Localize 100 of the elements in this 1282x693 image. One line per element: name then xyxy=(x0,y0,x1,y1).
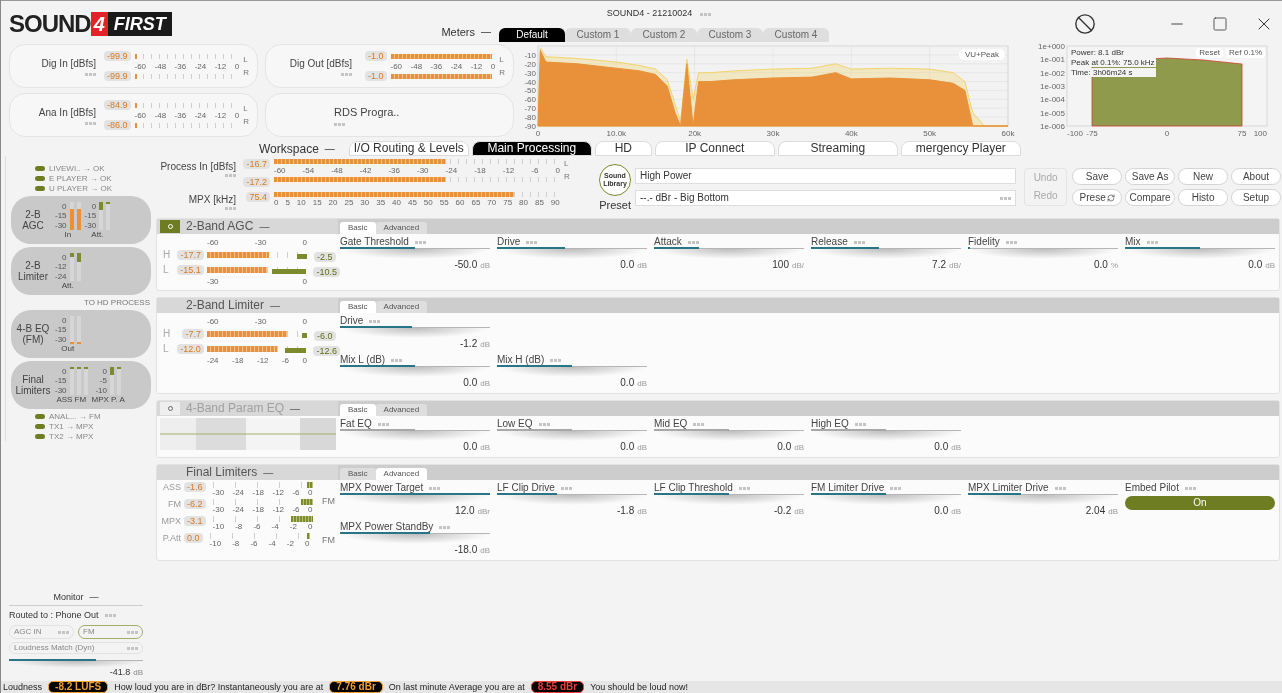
scope-button[interactable]: Ref 0.1% xyxy=(1226,48,1265,58)
more-icon[interactable] xyxy=(225,207,236,210)
more-icon[interactable] xyxy=(127,630,138,634)
section-tab[interactable]: Advanced xyxy=(375,468,428,480)
more-icon[interactable] xyxy=(414,240,426,244)
route-label: TX1 → MPX xyxy=(49,422,94,431)
workspace-tab[interactable]: Streaming xyxy=(777,141,898,156)
meter-value: -6.0 xyxy=(314,330,336,341)
section-tab[interactable]: Basic xyxy=(340,301,376,313)
more-icon[interactable] xyxy=(700,12,712,16)
view-tab[interactable]: Default xyxy=(499,28,565,42)
maximize-icon[interactable] xyxy=(1212,15,1228,32)
scale-label: -30 xyxy=(55,220,67,230)
block-title: Final Limiters xyxy=(15,374,51,396)
more-icon[interactable] xyxy=(377,422,389,426)
preset-field[interactable]: --.- dBr - Big Bottom xyxy=(635,190,1016,206)
axis-label: -10 xyxy=(524,50,536,60)
param-value: 0.0 xyxy=(620,259,635,270)
scale-label: 70 xyxy=(487,198,497,207)
section-title: Workspace xyxy=(259,142,319,156)
section-title: 4-Band Param EQ xyxy=(186,402,285,415)
section-tab[interactable]: Basic xyxy=(340,468,376,480)
collapse-button[interactable]: — xyxy=(259,221,270,232)
view-tab[interactable]: Custom 1 xyxy=(565,28,631,42)
process-block[interactable]: 2-B Limiter 0 -12 -24 Att. xyxy=(11,247,151,295)
meter-value: -7.7 xyxy=(182,328,204,339)
more-icon[interactable] xyxy=(391,358,403,362)
process-block[interactable]: 4-B EQ (FM) 0 -15 -30 Out xyxy=(11,310,151,358)
scale-label: 0 xyxy=(62,315,67,325)
more-icon[interactable] xyxy=(687,240,699,244)
status-text: On last minute Average you are at xyxy=(388,682,525,692)
workspace-tab[interactable]: HD xyxy=(594,141,652,156)
more-icon[interactable] xyxy=(127,646,138,650)
scale-label: -10 xyxy=(209,539,222,548)
param-label: MPX Power Target xyxy=(340,482,424,494)
channel-label: R xyxy=(243,117,249,126)
toolbar-button[interactable]: About xyxy=(1231,168,1282,185)
more-icon[interactable] xyxy=(693,422,705,426)
more-icon[interactable] xyxy=(225,174,236,177)
collapse-button[interactable]: — xyxy=(89,591,99,605)
more-icon[interactable] xyxy=(439,525,451,529)
more-icon[interactable] xyxy=(550,358,562,362)
workspace-tab[interactable]: I/O Routing & Levels xyxy=(348,141,469,156)
toolbar-button[interactable]: New xyxy=(1178,168,1229,185)
collapse-button[interactable]: — xyxy=(263,467,274,478)
toolbar-button[interactable]: Save As xyxy=(1125,168,1176,185)
view-tab[interactable]: Custom 4 xyxy=(763,28,829,42)
more-icon[interactable] xyxy=(1054,486,1066,490)
scale-label: -30 xyxy=(416,166,429,175)
workspace-tab[interactable]: mergency Player xyxy=(900,141,1021,156)
more-icon[interactable] xyxy=(104,613,116,617)
more-icon[interactable] xyxy=(1184,486,1196,490)
section-tab[interactable]: Advanced xyxy=(375,222,428,234)
toolbar-button[interactable]: Compare xyxy=(1125,189,1176,206)
toggle-button[interactable]: On xyxy=(1125,496,1275,510)
more-icon[interactable] xyxy=(334,122,345,126)
more-icon[interactable] xyxy=(85,73,97,76)
more-icon[interactable] xyxy=(560,486,572,490)
more-icon[interactable] xyxy=(1000,196,1011,200)
toolbar-button[interactable]: Save xyxy=(1072,168,1123,185)
meter-label: RDS Progra.. xyxy=(334,105,400,121)
toolbar-button[interactable]: Setup xyxy=(1231,189,1282,206)
more-icon[interactable] xyxy=(853,240,865,244)
section-tab[interactable]: Advanced xyxy=(375,301,428,313)
scope-button[interactable]: Reset xyxy=(1196,48,1224,58)
more-icon[interactable] xyxy=(85,122,97,125)
more-icon[interactable] xyxy=(890,486,902,490)
more-icon[interactable] xyxy=(738,486,750,490)
toolbar-button[interactable]: Histo xyxy=(1178,189,1229,206)
section-tab[interactable]: Basic xyxy=(340,222,376,234)
preset-name-field[interactable]: High Power xyxy=(635,168,1016,184)
workspace-tab[interactable]: IP Connect xyxy=(654,141,775,156)
process-block[interactable]: 2-B AGC 0 -15 -30 In 0 -15 -30 Att. xyxy=(11,196,151,244)
preset-label: Preset xyxy=(599,198,631,211)
more-icon[interactable] xyxy=(526,240,538,244)
view-tab[interactable]: Custom 2 xyxy=(631,28,697,42)
view-tab[interactable]: Custom 3 xyxy=(697,28,763,42)
more-icon[interactable] xyxy=(429,486,441,490)
section-title: 2-Band Limiter xyxy=(186,299,265,312)
param-label: Mix xyxy=(1125,236,1141,248)
axis-label: -80 xyxy=(524,113,536,123)
workspace-tab[interactable]: Main Processing xyxy=(471,141,592,156)
collapse-button[interactable]: — xyxy=(270,300,281,311)
more-icon[interactable] xyxy=(341,73,353,76)
collapse-button[interactable]: — xyxy=(324,142,335,156)
vu-peak-button[interactable]: VU+Peak xyxy=(958,49,1005,60)
more-icon[interactable] xyxy=(369,319,381,323)
more-icon[interactable] xyxy=(1146,240,1158,244)
more-icon[interactable] xyxy=(58,630,69,634)
collapse-button[interactable]: — xyxy=(481,24,491,40)
prohibited-icon[interactable] xyxy=(1074,12,1096,35)
process-block[interactable]: Final Limiters 0 -15 -30 ASS FM 0 -5 -10 MPX P. A xyxy=(11,361,151,409)
power-toggle[interactable] xyxy=(160,220,180,233)
more-icon[interactable] xyxy=(538,422,550,426)
axis-label: 20k xyxy=(688,129,702,138)
meter-caption: MPX P. A xyxy=(91,394,125,404)
toolbar-button[interactable]: Prese xyxy=(1072,189,1123,206)
more-icon[interactable] xyxy=(1005,240,1017,244)
scale-label: 0 xyxy=(274,198,279,207)
more-icon[interactable] xyxy=(854,422,866,426)
